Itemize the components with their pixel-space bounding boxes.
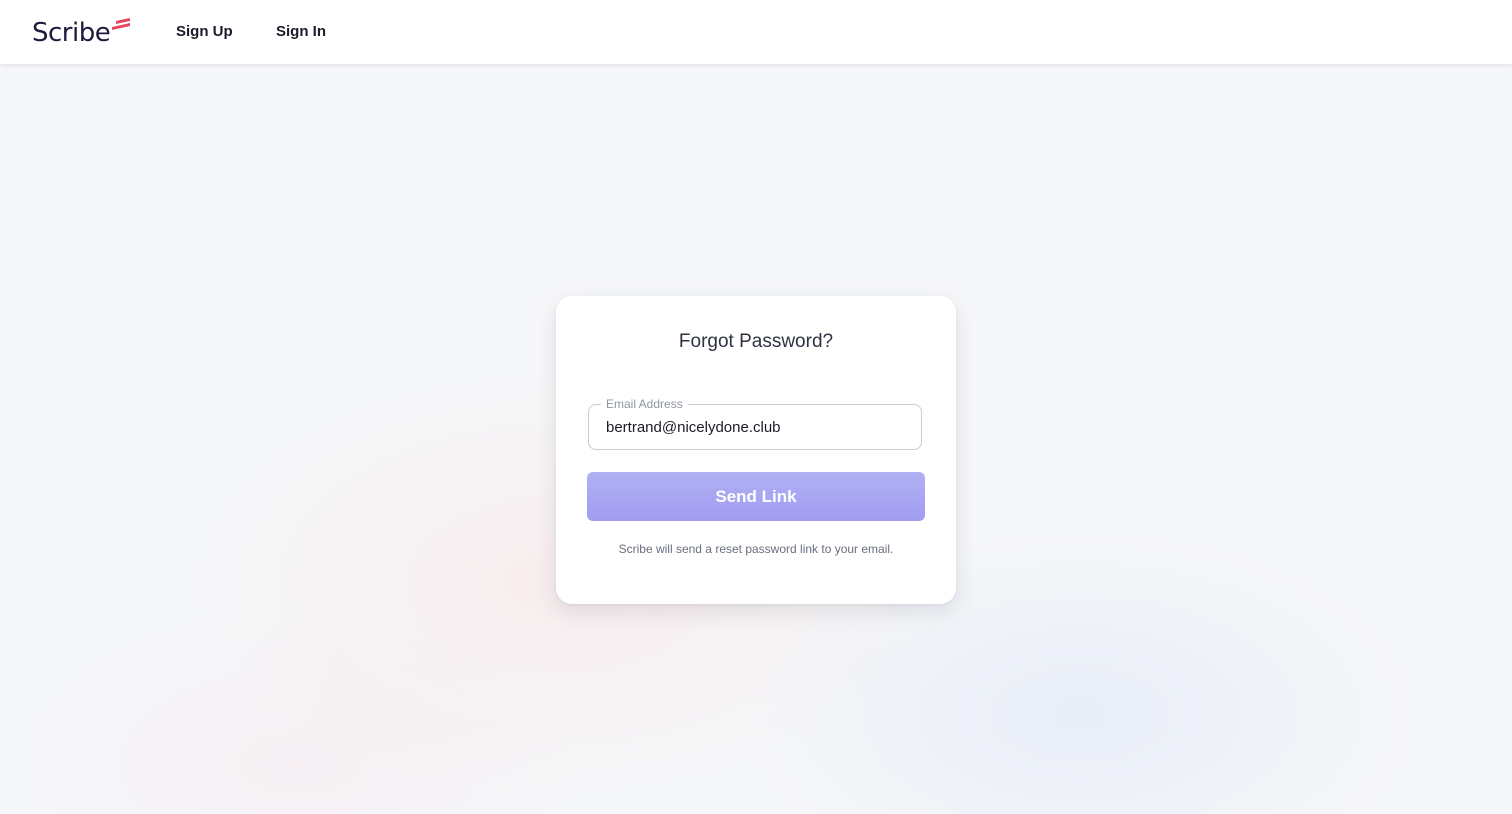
logo-wordmark: Scribe: [32, 18, 111, 48]
nav-sign-in-link[interactable]: Sign In: [276, 22, 326, 42]
top-nav-bar: Scribe Sign Up Sign In: [0, 0, 1512, 64]
send-link-button[interactable]: Send Link: [587, 472, 925, 521]
logo-stripes-icon: [112, 18, 130, 30]
scribe-logo[interactable]: Scribe: [32, 14, 130, 50]
forgot-password-card: Forgot Password? Email Address Send Link…: [556, 296, 956, 604]
page-title: Forgot Password?: [678, 331, 834, 352]
email-field: Email Address: [588, 396, 922, 450]
email-input[interactable]: [589, 405, 921, 449]
nav-sign-up-link[interactable]: Sign Up: [176, 22, 233, 42]
helper-text: Scribe will send a reset password link t…: [618, 542, 894, 556]
